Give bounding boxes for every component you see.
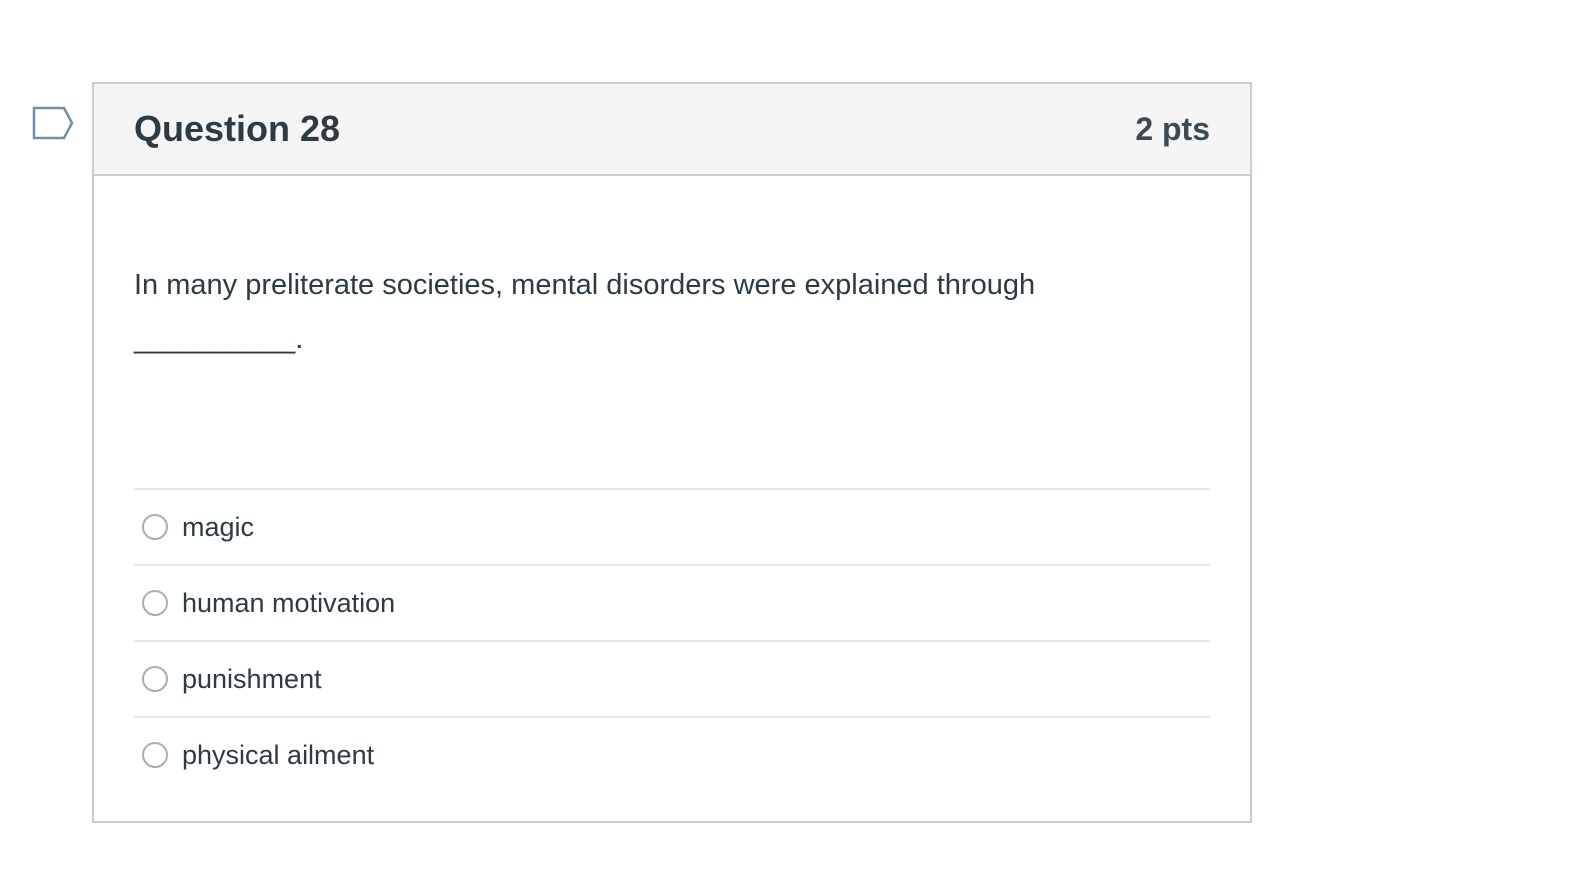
question-points: 2 pts bbox=[1135, 110, 1210, 147]
radio-button[interactable] bbox=[142, 742, 168, 768]
answer-label: punishment bbox=[182, 663, 322, 694]
quiz-page: Question 28 2 pts In many preliterate so… bbox=[0, 0, 1594, 896]
question-header: Question 28 2 pts bbox=[94, 84, 1250, 176]
answer-label: magic bbox=[182, 511, 255, 542]
answer-option[interactable]: magic bbox=[134, 490, 1210, 566]
answer-list: magic human motivation punishment physic… bbox=[134, 488, 1210, 792]
question-card: Question 28 2 pts In many preliterate so… bbox=[92, 82, 1252, 823]
answer-label: human motivation bbox=[182, 587, 396, 618]
radio-button[interactable] bbox=[142, 666, 168, 692]
question-text: In many preliterate societies, mental di… bbox=[134, 269, 1036, 355]
flag-question-icon[interactable] bbox=[32, 106, 76, 142]
answer-label: physical ailment bbox=[182, 739, 375, 770]
answer-option[interactable]: punishment bbox=[134, 642, 1210, 718]
radio-button[interactable] bbox=[142, 514, 168, 540]
question-body: In many preliterate societies, mental di… bbox=[94, 176, 1250, 792]
question-title: Question 28 bbox=[134, 108, 341, 149]
radio-button[interactable] bbox=[142, 590, 168, 616]
answer-option[interactable]: physical ailment bbox=[134, 718, 1210, 792]
answer-option[interactable]: human motivation bbox=[134, 566, 1210, 642]
